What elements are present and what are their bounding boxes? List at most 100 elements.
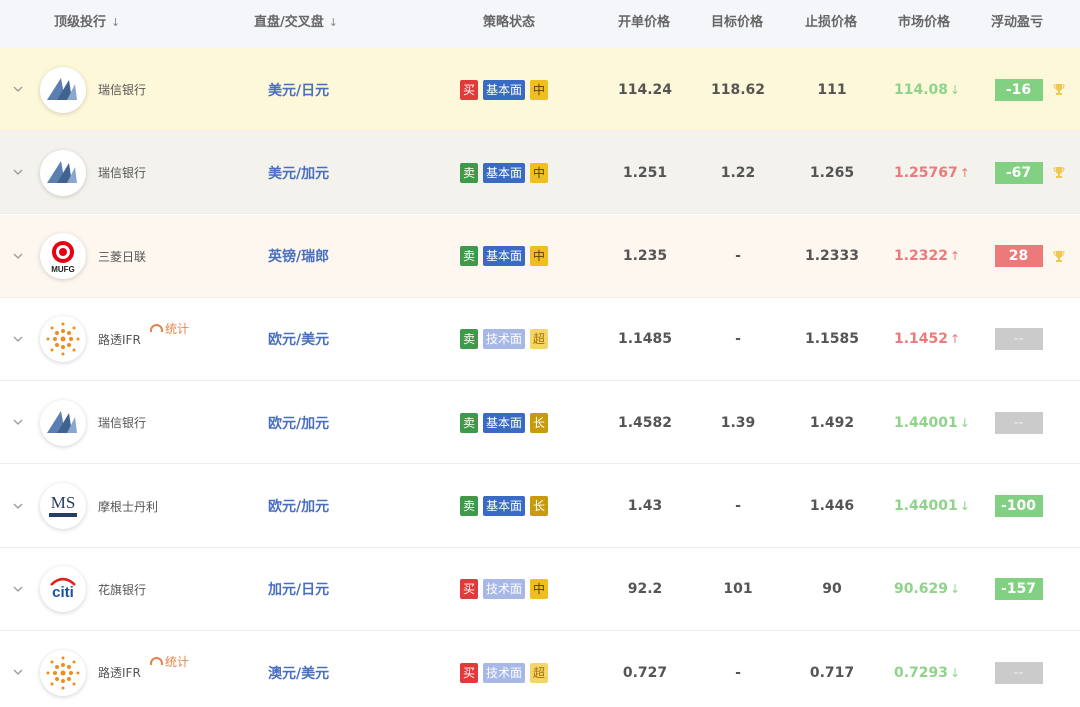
pnl-badge: -- (994, 411, 1043, 434)
table-row[interactable]: MUFG 三菱日联 英镑/瑞郎 卖 基本面 中 1.235 - 1.2333 1… (0, 214, 1080, 298)
svg-text:MS: MS (51, 493, 76, 512)
open-price: 114.24 (617, 81, 673, 98)
stop-price: 1.446 (809, 498, 855, 514)
trend-arrow-icon: ↑ (950, 332, 961, 347)
gauge-icon (150, 657, 163, 666)
pnl-badge: -100 (994, 495, 1043, 517)
market-price: 1.44001 ↓ (882, 381, 970, 464)
target-price: 1.22 (720, 164, 756, 181)
bank-logo (40, 131, 88, 214)
market-price-value: 1.2322 (894, 248, 949, 265)
bank-logo: citi (40, 548, 88, 631)
target-price: - (735, 664, 741, 681)
currency-pair-link[interactable]: 美元/日元 (268, 48, 329, 131)
bank-logo: MS (40, 465, 88, 548)
expand-row-button[interactable] (11, 548, 25, 631)
bank-name: 瑞信银行 (98, 166, 147, 181)
expand-row-button[interactable] (11, 215, 25, 298)
strategy-tags: 卖 基本面 中 (460, 131, 553, 214)
open-price: 1.4582 (617, 414, 673, 431)
ms-logo-icon: MS (40, 483, 86, 529)
floating-pnl: -- (994, 298, 1043, 381)
sort-arrow-icon[interactable]: ↓ (329, 16, 338, 29)
market-price-value: 1.25767 (894, 164, 958, 181)
pnl-badge: -67 (994, 161, 1043, 184)
table-row[interactable]: 瑞信银行 美元/日元 买 基本面 中 114.24 118.62 111 114… (0, 48, 1080, 131)
market-price-value: 1.44001 (894, 414, 958, 431)
floating-pnl: -67 (994, 131, 1043, 214)
currency-pair-link[interactable]: 英镑/瑞郎 (268, 215, 329, 298)
expand-row-button[interactable] (11, 465, 25, 548)
currency-pair-link[interactable]: 欧元/加元 (268, 465, 329, 548)
strategy-tags: 买 基本面 中 (460, 48, 553, 131)
table-row[interactable]: 瑞信银行 美元/加元 卖 基本面 中 1.251 1.22 1.265 1.25… (0, 131, 1080, 215)
term-badge: 中 (530, 246, 549, 267)
target-price: 1.39 (720, 414, 756, 431)
currency-pair-link[interactable]: 欧元/美元 (268, 298, 329, 381)
table-row[interactable]: MS 摩根士丹利 欧元/加元 卖 基本面 长 1.43 - 1.446 1.44… (0, 464, 1080, 548)
direction-badge: 卖 (460, 246, 479, 267)
stop-price: 0.717 (809, 664, 855, 681)
trophy-icon (1052, 215, 1066, 298)
header-market-price: 市场价格 (898, 15, 951, 30)
currency-pair-link[interactable]: 欧元/加元 (268, 381, 329, 464)
direction-badge: 卖 (460, 496, 479, 516)
statistics-link[interactable]: 统计 (150, 312, 194, 346)
market-price-value: 114.08 (894, 81, 949, 98)
svg-text:citi: citi (52, 584, 74, 601)
floating-pnl: -100 (994, 465, 1043, 548)
expand-row-button[interactable] (11, 48, 25, 131)
stop-price: 1.265 (809, 164, 855, 181)
currency-pair-link[interactable]: 澳元/美元 (268, 631, 329, 707)
strategy-tags: 买 技术面 超 (460, 631, 553, 707)
chevron-down-icon (13, 86, 23, 92)
market-price: 1.25767 ↑ (882, 131, 970, 214)
target-price: - (735, 331, 741, 348)
analysis-type-badge: 基本面 (483, 162, 526, 183)
chevron-down-icon (13, 253, 23, 259)
sort-arrow-icon[interactable]: ↓ (111, 16, 120, 29)
stop-price: 111 (817, 81, 847, 98)
pnl-badge: -157 (994, 578, 1043, 601)
header-pair[interactable]: 直盘/交叉盘 ↓ (254, 11, 338, 30)
analysis-type-badge: 技术面 (483, 329, 526, 350)
header-strategy: 策略状态 (483, 15, 536, 30)
gauge-icon (150, 323, 163, 332)
bank-name: 路透IFR (98, 666, 141, 681)
pnl-badge: -16 (994, 78, 1043, 101)
header-bank[interactable]: 顶级投行 ↓ (54, 11, 120, 30)
expand-row-button[interactable] (11, 381, 25, 464)
stop-price: 90 (822, 581, 842, 598)
term-badge: 长 (530, 496, 549, 516)
table-row[interactable]: 路透IFR 统计 澳元/美元 买 技术面 超 0.727 - 0.717 0.7… (0, 631, 1080, 707)
expand-row-button[interactable] (11, 131, 25, 214)
strategy-tags: 卖 基本面 长 (460, 381, 553, 464)
bank-name: 瑞信银行 (98, 83, 147, 97)
expand-row-button[interactable] (11, 631, 25, 707)
bank-name: 瑞信银行 (98, 416, 147, 431)
trend-arrow-icon: ↑ (959, 165, 970, 180)
market-price-value: 0.7293 (894, 664, 949, 681)
term-badge: 超 (530, 329, 549, 350)
expand-row-button[interactable] (11, 298, 25, 381)
table-row[interactable]: citi 花旗银行 加元/日元 买 技术面 中 92.2 101 90 90.6… (0, 547, 1080, 631)
table-row[interactable]: 瑞信银行 欧元/加元 卖 基本面 长 1.4582 1.39 1.492 1.4… (0, 381, 1080, 465)
currency-pair-link[interactable]: 加元/日元 (268, 548, 329, 631)
analysis-type-badge: 技术面 (483, 579, 526, 600)
floating-pnl: -- (994, 631, 1043, 707)
market-price-value: 1.1452 (894, 331, 949, 348)
statistics-link[interactable]: 统计 (150, 645, 194, 679)
currency-pair-link[interactable]: 美元/加元 (268, 131, 329, 214)
bank-logo (40, 631, 88, 707)
market-price: 0.7293 ↓ (882, 631, 968, 707)
svg-text:MUFG: MUFG (51, 265, 75, 274)
term-badge: 中 (530, 162, 549, 183)
bank-logo (40, 48, 88, 131)
table-row[interactable]: 路透IFR 统计 欧元/美元 卖 技术面 超 1.1485 - 1.1585 1… (0, 297, 1080, 381)
strategy-tags: 卖 基本面 中 (460, 215, 553, 298)
open-price: 1.251 (622, 164, 668, 181)
term-badge: 长 (530, 412, 549, 433)
chevron-down-icon (13, 669, 23, 676)
direction-badge: 买 (460, 79, 479, 100)
target-price: - (735, 248, 741, 265)
